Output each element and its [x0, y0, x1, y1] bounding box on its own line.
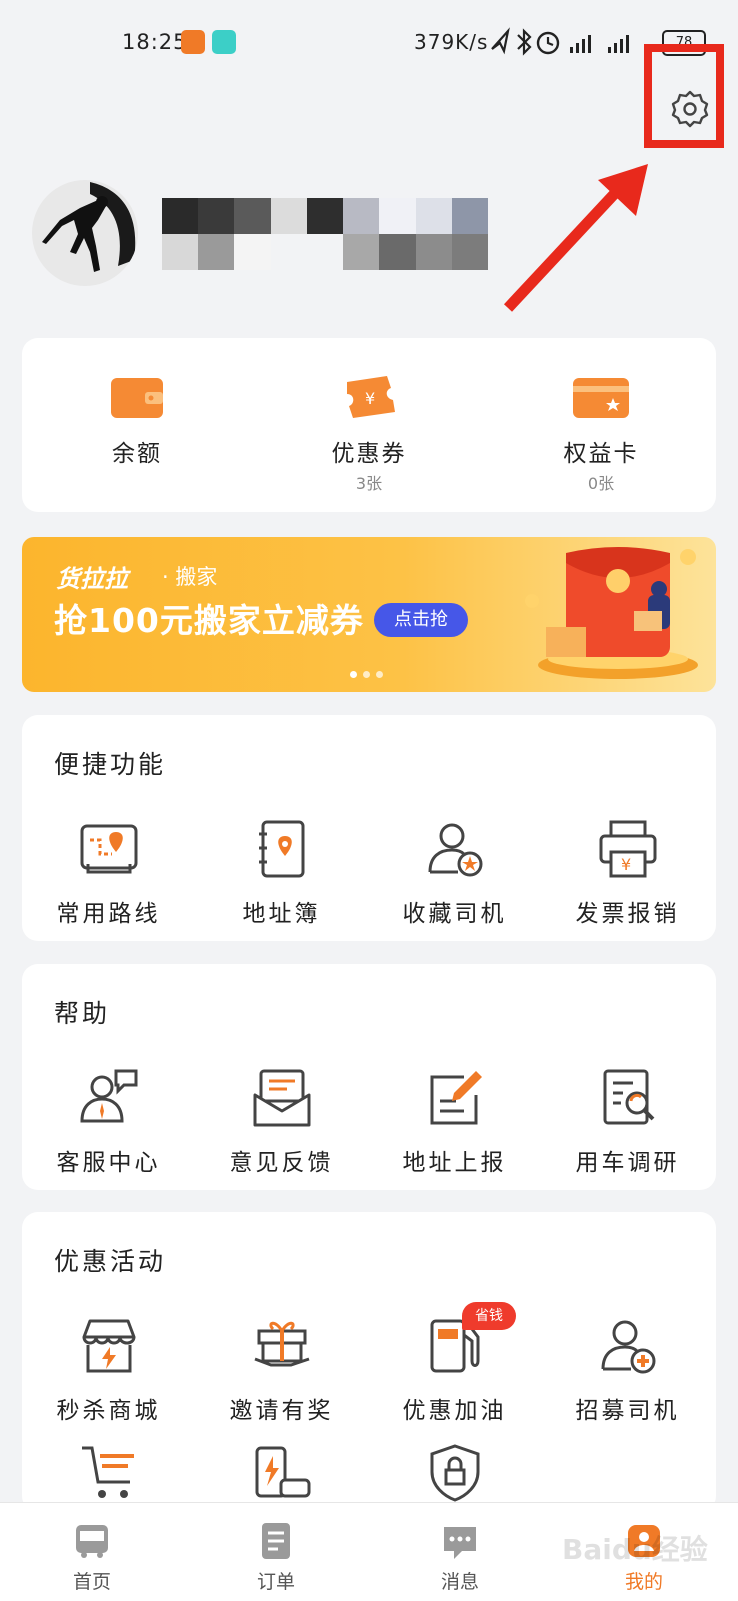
- grid-label: 意见反馈: [229, 1150, 334, 1176]
- grid-label: 优惠加油: [402, 1398, 507, 1424]
- wallet-card: 余额 ¥ 优惠券 3张 权益卡 0张: [22, 338, 716, 512]
- coupon-count: 3张: [355, 474, 383, 493]
- section-title: 优惠活动: [54, 1247, 167, 1276]
- coupon-item[interactable]: ¥ 优惠券 3张: [254, 338, 484, 510]
- shopping-cart-icon[interactable]: [78, 1442, 140, 1504]
- grid-label: 用车调研: [575, 1150, 680, 1176]
- grid-label: 地址簿: [242, 901, 321, 927]
- promo-banner[interactable]: 货拉拉 · 搬家 抢100元搬家立减券 点击抢: [22, 537, 716, 692]
- benefit-card-count: 0张: [587, 474, 615, 493]
- route-map-icon: [80, 824, 138, 874]
- location-app-icon: [212, 30, 236, 54]
- grid-label: 地址上报: [402, 1150, 507, 1176]
- gift-icon: [254, 1321, 310, 1367]
- benefit-card-icon: [573, 378, 629, 418]
- help-card: 帮助 客服中心 意见反馈 地址上报 用车调研: [22, 964, 716, 1190]
- grid-label: 秒杀商城: [56, 1398, 161, 1424]
- benefit-card-item[interactable]: 权益卡 0张: [486, 338, 716, 510]
- nav-label: 我的: [624, 1571, 663, 1593]
- quick-functions-card: 便捷功能 常用路线 地址簿 收藏司机 ¥ 发票报销: [22, 715, 716, 941]
- truck-home-icon: [76, 1525, 108, 1558]
- save-money-tag: 省钱: [462, 1302, 516, 1330]
- grid-label: 招募司机: [575, 1398, 680, 1424]
- wallet-icon: [111, 378, 163, 418]
- highlight-box: [644, 44, 724, 148]
- banner-brand: 货拉拉: [56, 565, 128, 593]
- svg-text:¥: ¥: [621, 855, 631, 874]
- svg-text:¥: ¥: [365, 389, 375, 408]
- username-mosaic: [162, 198, 488, 270]
- benefit-card-label: 权益卡: [563, 441, 639, 467]
- status-bar: 18:25 379K/s 78: [0, 0, 738, 86]
- network-speed: 379K/s: [414, 30, 489, 54]
- recruit-driver-icon: [601, 1320, 656, 1374]
- promotions-card: 优惠活动 秒杀商城 邀请有奖 优惠加油 招募司机: [22, 1212, 716, 1512]
- annotation-arrow: [503, 164, 648, 312]
- climber-avatar-icon: [42, 182, 136, 272]
- wallet-label: 余额: [112, 441, 162, 467]
- nav-label: 消息: [440, 1571, 479, 1593]
- printer-invoice-icon: ¥: [599, 820, 657, 878]
- message-bubble-icon: [444, 1527, 476, 1559]
- coupon-icon: ¥: [347, 376, 395, 418]
- nav-label: 订单: [256, 1571, 295, 1593]
- balance-item[interactable]: 余额: [22, 338, 252, 510]
- order-list-icon: [262, 1523, 290, 1559]
- coupon-label: 优惠券: [331, 441, 407, 467]
- grid-label: 发票报销: [575, 901, 680, 927]
- banner-title: 抢100元搬家立减券: [54, 601, 364, 640]
- favorite-driver-icon: [428, 823, 483, 877]
- carousel-dots: [350, 663, 390, 678]
- edit-report-icon: [430, 1071, 482, 1125]
- grid-label: 收藏司机: [402, 901, 507, 927]
- nav-home[interactable]: 首页: [0, 1503, 184, 1601]
- status-time: 18:25: [122, 30, 188, 54]
- nav-label: 首页: [72, 1571, 111, 1593]
- grid-label: 常用路线: [56, 901, 161, 927]
- customer-service-icon: [80, 1069, 138, 1123]
- watermark: Baidu经验: [562, 1533, 708, 1566]
- nav-orders[interactable]: 订单: [184, 1503, 368, 1601]
- red-envelope-illustration: [525, 547, 698, 679]
- section-title: 便捷功能: [54, 750, 167, 779]
- address-book-icon: [259, 820, 305, 878]
- banner-subtitle: · 搬家: [162, 565, 218, 589]
- survey-search-icon: [603, 1069, 655, 1125]
- grid-label: 邀请有奖: [229, 1398, 334, 1424]
- grid-label: 客服中心: [56, 1150, 161, 1176]
- section-title: 帮助: [54, 999, 111, 1028]
- avatar[interactable]: [32, 180, 138, 286]
- nav-messages[interactable]: 消息: [368, 1503, 552, 1601]
- feedback-envelope-icon: [253, 1069, 311, 1127]
- banner-grab-button[interactable]: 点击抢: [374, 603, 468, 637]
- notification-app-icon: [181, 30, 205, 54]
- security-shield-icon[interactable]: [424, 1442, 486, 1504]
- battery-car-icon[interactable]: [251, 1442, 313, 1504]
- store-icon: [82, 1319, 136, 1373]
